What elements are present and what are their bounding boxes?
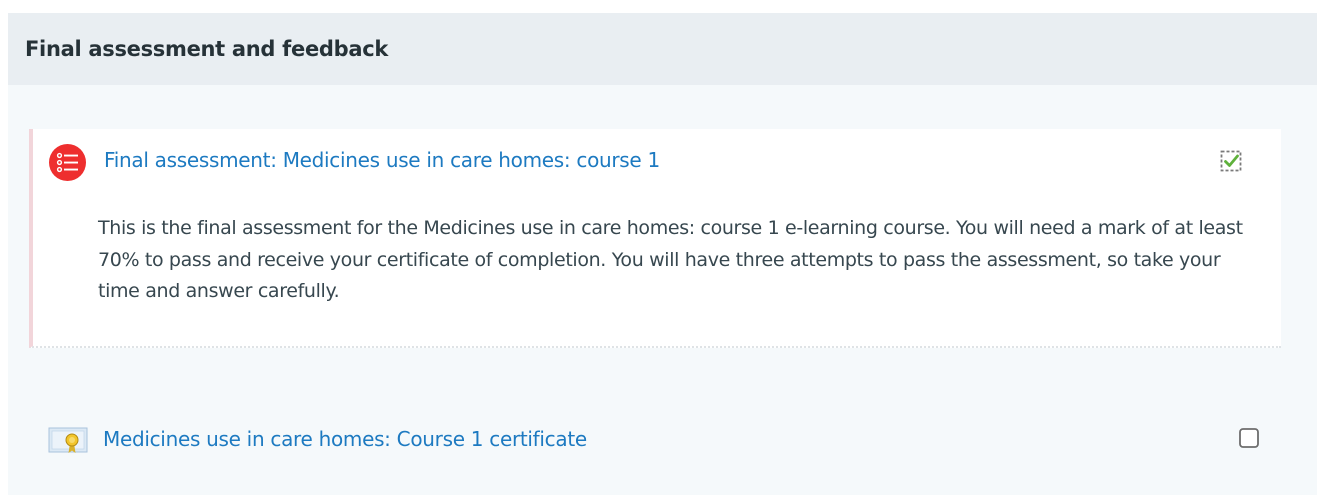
certificate-icon <box>48 425 88 455</box>
quiz-activity-description: This is the final assessment for the Med… <box>98 217 1243 302</box>
completion-checked-icon[interactable] <box>1219 149 1243 173</box>
quiz-list-icon <box>49 144 86 181</box>
activity-quiz: Final assessment: Medicines use in care … <box>29 129 1281 348</box>
completion-checkbox-icon[interactable] <box>1238 427 1260 449</box>
section-header: Final assessment and feedback <box>8 13 1317 85</box>
course-section: Final assessment and feedback Final asse… <box>8 13 1317 495</box>
section-title: Final assessment and feedback <box>25 37 389 61</box>
certificate-activity-link[interactable]: Medicines use in care homes: Course 1 ce… <box>103 427 587 451</box>
quiz-activity-link[interactable]: Final assessment: Medicines use in care … <box>104 148 660 172</box>
activity-certificate: Medicines use in care homes: Course 1 ce… <box>46 425 1286 461</box>
